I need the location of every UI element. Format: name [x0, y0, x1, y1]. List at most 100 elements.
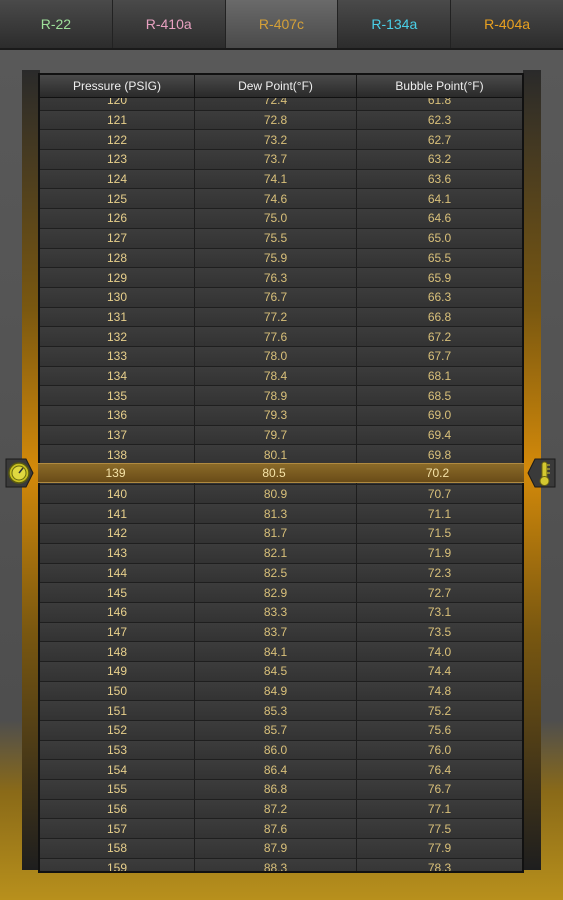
pressure-cell: 146 [40, 602, 195, 622]
bubble-point-cell: 64.1 [427, 191, 452, 206]
pressure-cell: 124 [40, 169, 195, 189]
table-row[interactable]: 147 83.7 73.5 [40, 622, 522, 643]
table-row[interactable]: 149 84.5 74.4 [40, 661, 522, 682]
table-row[interactable]: 150 84.9 74.8 [40, 681, 522, 702]
table-row[interactable]: 146 83.3 73.1 [40, 602, 522, 623]
dew-point-cell: 73.7 [195, 150, 357, 169]
pressure-cell: 142 [40, 524, 195, 543]
dew-point-cell: 84.5 [195, 661, 357, 681]
bubble-point-cell: 68.5 [427, 388, 452, 403]
dew-point-cell: 76.3 [195, 268, 357, 287]
bubble-point-cell: 69.0 [427, 408, 452, 423]
dew-point-cell: 80.9 [195, 484, 357, 504]
table-header: Pressure (PSIG) Dew Point(°F) Bubble Poi… [40, 75, 522, 98]
thermometer-icon[interactable] [527, 456, 557, 490]
bubble-point-cell: 63.6 [427, 172, 452, 187]
bubble-point-cell: 68.1 [427, 368, 452, 383]
table-row[interactable]: 125 74.6 64.1 [40, 189, 522, 210]
bubble-point-cell: 74.4 [427, 664, 452, 679]
table-row[interactable]: 154 86.4 76.4 [40, 760, 522, 781]
table-row[interactable]: 124 74.1 63.6 [40, 169, 522, 190]
pressure-cell: 128 [40, 248, 195, 268]
table-row[interactable]: 148 84.1 74.0 [40, 642, 522, 662]
pressure-cell: 147 [40, 622, 195, 642]
pressure-cell: 152 [40, 721, 195, 740]
bubble-point-cell: 65.9 [427, 270, 452, 285]
selected-bubble-point: 70.2 [425, 466, 450, 480]
table-row[interactable]: 159 88.3 78.3 [40, 858, 522, 871]
pressure-cell: 150 [40, 681, 195, 701]
tab-label: R-22 [40, 16, 72, 32]
table-row[interactable]: 143 82.1 71.9 [40, 543, 522, 564]
bubble-point-cell: 65.5 [427, 250, 452, 265]
bubble-point-cell: 76.4 [427, 762, 452, 777]
tab-r410a[interactable]: R-410a [113, 0, 226, 48]
table-row[interactable]: 144 82.5 72.3 [40, 563, 522, 584]
table-row[interactable]: 155 86.8 76.7 [40, 780, 522, 800]
dew-point-cell: 72.8 [195, 110, 357, 130]
table-row[interactable]: 141 81.3 71.1 [40, 504, 522, 525]
tab-label: R-134a [371, 16, 418, 32]
bubble-point-cell: 75.6 [427, 723, 452, 738]
table-row[interactable]: 121 72.8 62.3 [40, 110, 522, 131]
dew-point-cell: 79.7 [195, 425, 357, 445]
bubble-point-cell: 71.5 [427, 526, 452, 541]
pressure-cell: 155 [40, 780, 195, 799]
table-row[interactable]: 123 73.7 63.2 [40, 150, 522, 170]
pressure-cell: 141 [40, 504, 195, 524]
table-row[interactable]: 151 85.3 75.2 [40, 701, 522, 721]
pressure-cell: 133 [40, 346, 195, 366]
dew-point-cell: 82.9 [195, 583, 357, 602]
pressure-gauge-icon[interactable] [4, 456, 34, 490]
pressure-cell: 137 [40, 425, 195, 445]
table-row[interactable]: 135 78.9 68.5 [40, 386, 522, 406]
dew-point-cell: 85.7 [195, 721, 357, 740]
table-row[interactable]: 126 75.0 64.6 [40, 209, 522, 229]
pressure-cell: 123 [40, 150, 195, 169]
bubble-point-cell: 75.2 [427, 703, 452, 718]
table-row[interactable]: 133 78.0 67.7 [40, 346, 522, 367]
table-row[interactable]: 152 85.7 75.6 [40, 721, 522, 741]
table-row[interactable]: 128 75.9 65.5 [40, 248, 522, 269]
pressure-cell: 134 [40, 366, 195, 386]
table-row[interactable]: 145 82.9 72.7 [40, 583, 522, 603]
pressure-cell: 135 [40, 386, 195, 405]
table-row[interactable]: 132 77.6 67.2 [40, 327, 522, 347]
tab-r407c[interactable]: R-407c [225, 0, 339, 48]
tab-r404a[interactable]: R-404a [451, 0, 563, 48]
bubble-point-cell: 62.7 [427, 132, 452, 147]
tab-r22[interactable]: R-22 [0, 0, 113, 48]
dew-point-cell: 87.6 [195, 819, 357, 839]
table-row[interactable]: 122 73.2 62.7 [40, 130, 522, 151]
dew-point-cell: 87.2 [195, 799, 357, 819]
table-row[interactable]: 140 80.9 70.7 [40, 484, 522, 505]
table-row[interactable]: 136 79.3 69.0 [40, 406, 522, 426]
header-dew-point: Dew Point(°F) [195, 75, 357, 97]
table-row[interactable]: 142 81.7 71.5 [40, 524, 522, 544]
pressure-cell: 140 [40, 484, 195, 504]
pressure-cell: 129 [40, 268, 195, 287]
pressure-cell: 145 [40, 583, 195, 602]
table-row[interactable]: 130 76.7 66.3 [40, 287, 522, 308]
pressure-cell: 125 [40, 189, 195, 209]
table-row[interactable]: 127 75.5 65.0 [40, 228, 522, 249]
table-row[interactable]: 131 77.2 66.8 [40, 307, 522, 328]
dew-point-cell: 82.1 [195, 543, 357, 563]
tab-label: R-404a [484, 16, 531, 32]
dew-point-cell: 80.1 [195, 445, 357, 465]
table-row[interactable]: 158 87.9 77.9 [40, 839, 522, 859]
table-row[interactable]: 129 76.3 65.9 [40, 268, 522, 288]
table-row[interactable]: 137 79.7 69.4 [40, 425, 522, 446]
bubble-point-cell: 66.3 [427, 290, 452, 305]
tab-r134a[interactable]: R-134a [338, 0, 452, 48]
bubble-point-cell: 62.3 [427, 113, 452, 128]
bubble-point-cell: 77.9 [427, 841, 452, 856]
table-row[interactable]: 156 87.2 77.1 [40, 799, 522, 820]
table-row[interactable]: 157 87.6 77.5 [40, 819, 522, 840]
table-row[interactable]: 134 78.4 68.1 [40, 366, 522, 387]
dew-point-cell: 86.4 [195, 760, 357, 780]
table-row[interactable]: 153 86.0 76.0 [40, 740, 522, 761]
bubble-point-cell: 63.2 [427, 152, 452, 167]
pressure-cell: 131 [40, 307, 195, 327]
selected-row[interactable]: 139 80.5 70.2 [38, 463, 524, 483]
